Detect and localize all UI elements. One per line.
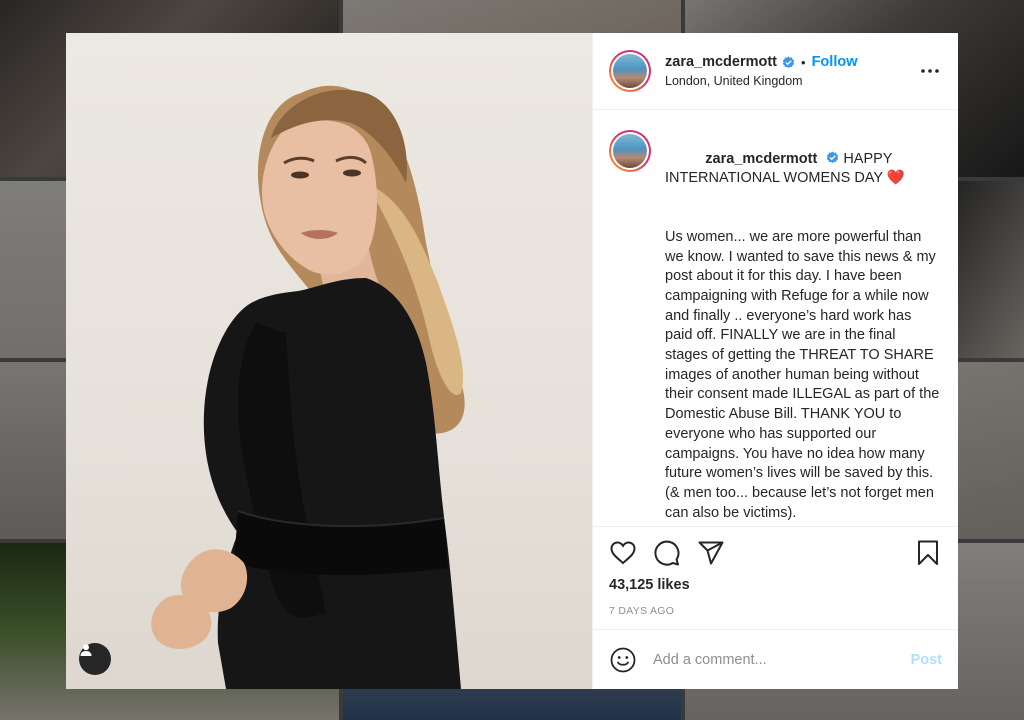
post-comment-button[interactable]: Post <box>911 652 942 668</box>
author-username[interactable]: zara_mcdermott <box>665 54 777 70</box>
verified-badge-icon <box>782 56 795 68</box>
post-photo[interactable] <box>66 33 592 689</box>
caption-body: Us women... we are more powerful than we… <box>665 228 944 521</box>
paper-plane-icon[interactable] <box>697 539 725 567</box>
avatar[interactable] <box>609 50 651 92</box>
bookmark-icon[interactable] <box>914 539 942 567</box>
post-location[interactable]: London, United Kingdom <box>665 74 918 88</box>
smiley-icon[interactable] <box>609 646 637 674</box>
caption-avatar[interactable] <box>609 130 651 172</box>
comment-input[interactable] <box>653 651 911 668</box>
separator-dot: • <box>801 54 806 70</box>
add-comment-bar: Post <box>593 629 958 689</box>
verified-badge-icon <box>827 151 839 163</box>
heart-emoji: ❤️ <box>886 170 905 187</box>
caption-username[interactable]: zara_mcdermott <box>705 151 817 167</box>
likes-count[interactable]: 43,125 likes <box>609 577 942 593</box>
post-caption: zara_mcdermott HAPPY INTERNATIONAL WOMEN… <box>665 130 942 521</box>
heart-icon[interactable] <box>609 539 637 567</box>
post-timestamp[interactable]: 7 DAYS AGO <box>609 605 942 617</box>
post-photo-illustration <box>151 85 465 689</box>
post-header: zara_mcdermott • Follow London, United K… <box>593 33 958 110</box>
comment-icon[interactable] <box>653 539 681 567</box>
post-modal: zara_mcdermott • Follow London, United K… <box>66 33 958 689</box>
more-options-icon[interactable] <box>918 59 942 83</box>
post-actions: 43,125 likes 7 DAYS AGO <box>593 526 958 629</box>
follow-button[interactable]: Follow <box>812 54 858 70</box>
user-tag-icon[interactable] <box>79 643 111 675</box>
post-details-panel: zara_mcdermott • Follow London, United K… <box>592 33 958 689</box>
comments-section: zara_mcdermott HAPPY INTERNATIONAL WOMEN… <box>593 110 958 526</box>
